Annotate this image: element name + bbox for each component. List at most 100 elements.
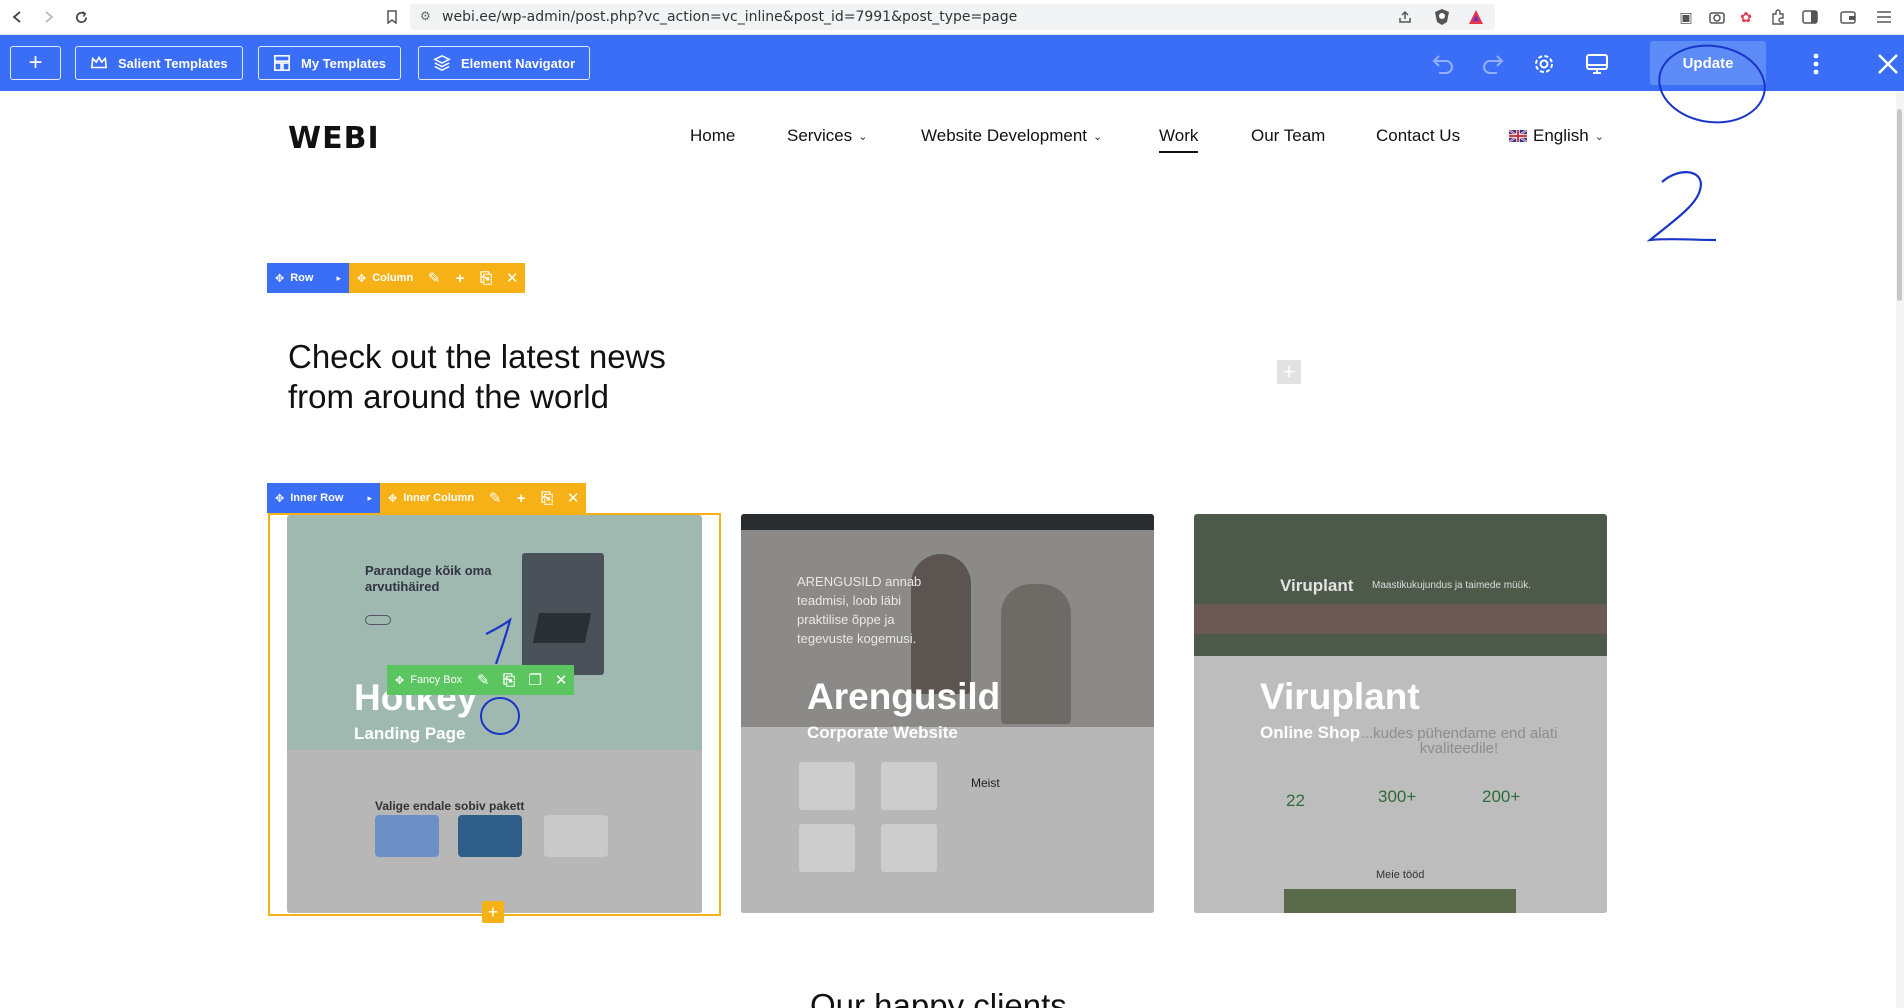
menu-lines-icon[interactable] [1874,7,1894,27]
hotkey-preview-button [365,615,391,625]
inner-row-controls: ✥ Inner Row ▸ ✥ Inner Column ✎ + ⎘ ✕ [267,483,587,513]
nav-work-label: Work [1159,126,1199,145]
page-scrollbar[interactable] [1896,91,1904,1008]
scrollbar-thumb[interactable] [1897,109,1902,301]
row-handle[interactable]: ✥ Row ▸ [267,263,349,293]
brave-rewards-icon[interactable] [1466,7,1486,27]
settings-gear-icon[interactable] [1531,51,1557,77]
arengusild-preview-feature-1 [799,762,855,810]
inner-column-handle[interactable]: ✥ Inner Column [380,483,483,513]
headline-line-1: Check out the latest news [288,338,666,375]
extensions-puzzle-icon[interactable] [1768,7,1788,27]
salient-templates-label: Salient Templates [118,55,228,71]
portfolio-card-viruplant[interactable]: Viruplant Maastikukujundus ja taimede mü… [1194,514,1607,913]
nav-item-contact-us[interactable]: Contact Us [1376,126,1460,146]
nav-services-label: Services [787,126,853,145]
camera-icon[interactable] [1707,7,1727,27]
salient-templates-button[interactable]: Salient Templates [75,46,243,80]
nav-item-home[interactable]: Home [690,126,735,146]
inner-row-handle[interactable]: ✥ Inner Row ▸ [267,483,380,513]
news-headline: Check out the latest news from around th… [288,337,666,417]
fancy-box-handle[interactable]: ✥ Fancy Box [387,665,471,695]
add-element-button[interactable]: + [10,46,61,80]
viruplant-preview-brand: Viruplant [1280,576,1354,595]
desktop-view-icon[interactable] [1584,51,1610,77]
share-icon[interactable] [1395,7,1415,27]
column-clipboard-icon[interactable]: ⎘ [473,263,500,293]
element-navigator-button[interactable]: Element Navigator [418,46,591,80]
url-text: webi.ee/wp-admin/post.php?vc_action=vc_i… [442,9,1018,25]
element-navigator-label: Element Navigator [461,55,576,71]
layers-icon [433,54,451,72]
arengusild-preview-navbar [741,514,1154,530]
arengusild-subtitle: Corporate Website [807,723,958,742]
portfolio-card-arengusild[interactable]: ARENGUSILD annab teadmisi, loob läbi pra… [741,514,1154,913]
inner-column-add-plus-icon[interactable]: + [508,483,535,513]
arengusild-preview-feature-4 [881,824,937,872]
fancy-box-edit-pencil-icon[interactable]: ✎ [470,665,497,695]
nav-item-our-team[interactable]: Our Team [1251,126,1325,146]
move-icon: ✥ [357,272,367,285]
inner-column-clipboard-icon[interactable]: ⎘ [534,483,561,513]
hotkey-subtitle: Landing Page [354,724,466,743]
forward-icon[interactable] [38,6,60,28]
viruplant-preview-flowers [1194,604,1607,634]
viruplant-subtitle: Online Shop [1260,723,1361,742]
nav-item-website-development[interactable]: Website Development ⌄ [921,126,1102,146]
fancy-box-controls: ✥ Fancy Box ✎ ⎘ ❐ ✕ [387,665,575,695]
hotkey-preview-heading: Parandage kõik oma arvutihäired [365,563,492,594]
inner-column-edit-pencil-icon[interactable]: ✎ [482,483,509,513]
viruplant-preview-section: Meie tööd [1376,869,1425,881]
row-label: Row [290,272,314,284]
bookmark-icon[interactable] [382,7,402,27]
my-templates-label: My Templates [301,55,387,71]
caret-right-icon: ▸ [336,272,341,283]
arengusild-preview-feature-2 [881,762,937,810]
fancy-box-delete-icon[interactable]: ✕ [548,665,575,695]
inner-column-add-below-icon[interactable]: + [482,901,504,923]
nav-contact-us-label: Contact Us [1376,126,1461,145]
address-bar[interactable]: ⚙ webi.ee/wp-admin/post.php?vc_action=vc… [410,4,1495,30]
arengusild-preview-text: ARENGUSILD annab teadmisi, loob läbi pra… [797,574,922,646]
empty-column-add-icon[interactable]: + [1277,359,1301,384]
redo-icon[interactable] [1480,51,1506,77]
extension-red-icon[interactable]: ✿ [1736,7,1756,27]
wallet-icon[interactable] [1838,7,1858,27]
more-options-icon[interactable] [1803,51,1829,77]
fancy-box-duplicate-icon[interactable]: ❐ [522,665,549,695]
site-info-icon[interactable]: ⚙ [420,9,431,23]
update-button[interactable]: Update [1650,41,1766,85]
back-icon[interactable] [6,6,28,28]
undo-icon[interactable] [1430,51,1456,77]
arengusild-preview-person-2 [1001,584,1071,724]
move-icon: ✥ [388,492,398,505]
column-add-plus-icon[interactable]: + [447,263,474,293]
nav-item-services[interactable]: Services ⌄ [787,126,867,146]
cast-icon[interactable]: ▣ [1676,7,1696,27]
move-icon: ✥ [395,674,405,687]
column-edit-pencil-icon[interactable]: ✎ [421,263,448,293]
viruplant-preview-gallery [1284,889,1516,913]
plus-icon: + [28,49,43,76]
column-handle[interactable]: ✥ Column [349,263,422,293]
nav-item-language[interactable]: English ⌄ [1509,126,1604,146]
site-logo[interactable]: WEBI [288,121,380,156]
brave-shield-icon[interactable] [1432,7,1452,27]
hotkey-preview-laptop-image [522,553,604,675]
fancy-box-clipboard-icon[interactable]: ⎘ [496,665,523,695]
crown-icon [90,56,108,69]
arengusild-preview-bottom [741,727,1154,913]
column-delete-icon[interactable]: ✕ [499,263,526,293]
portfolio-card-hotkey[interactable]: Parandage kõik oma arvutihäired Valige e… [287,515,702,913]
nav-website-development-label: Website Development [921,126,1087,145]
chevron-down-icon: ⌄ [858,130,868,143]
close-editor-icon[interactable] [1875,51,1901,77]
nav-item-work[interactable]: Work [1159,126,1199,153]
move-icon: ✥ [275,272,285,285]
my-templates-button[interactable]: My Templates [258,46,402,80]
inner-column-delete-icon[interactable]: ✕ [560,483,587,513]
sidebar-toggle-icon[interactable] [1800,7,1820,27]
nav-home-label: Home [690,126,736,145]
column-label: Column [372,272,414,284]
reload-icon[interactable] [70,6,92,28]
